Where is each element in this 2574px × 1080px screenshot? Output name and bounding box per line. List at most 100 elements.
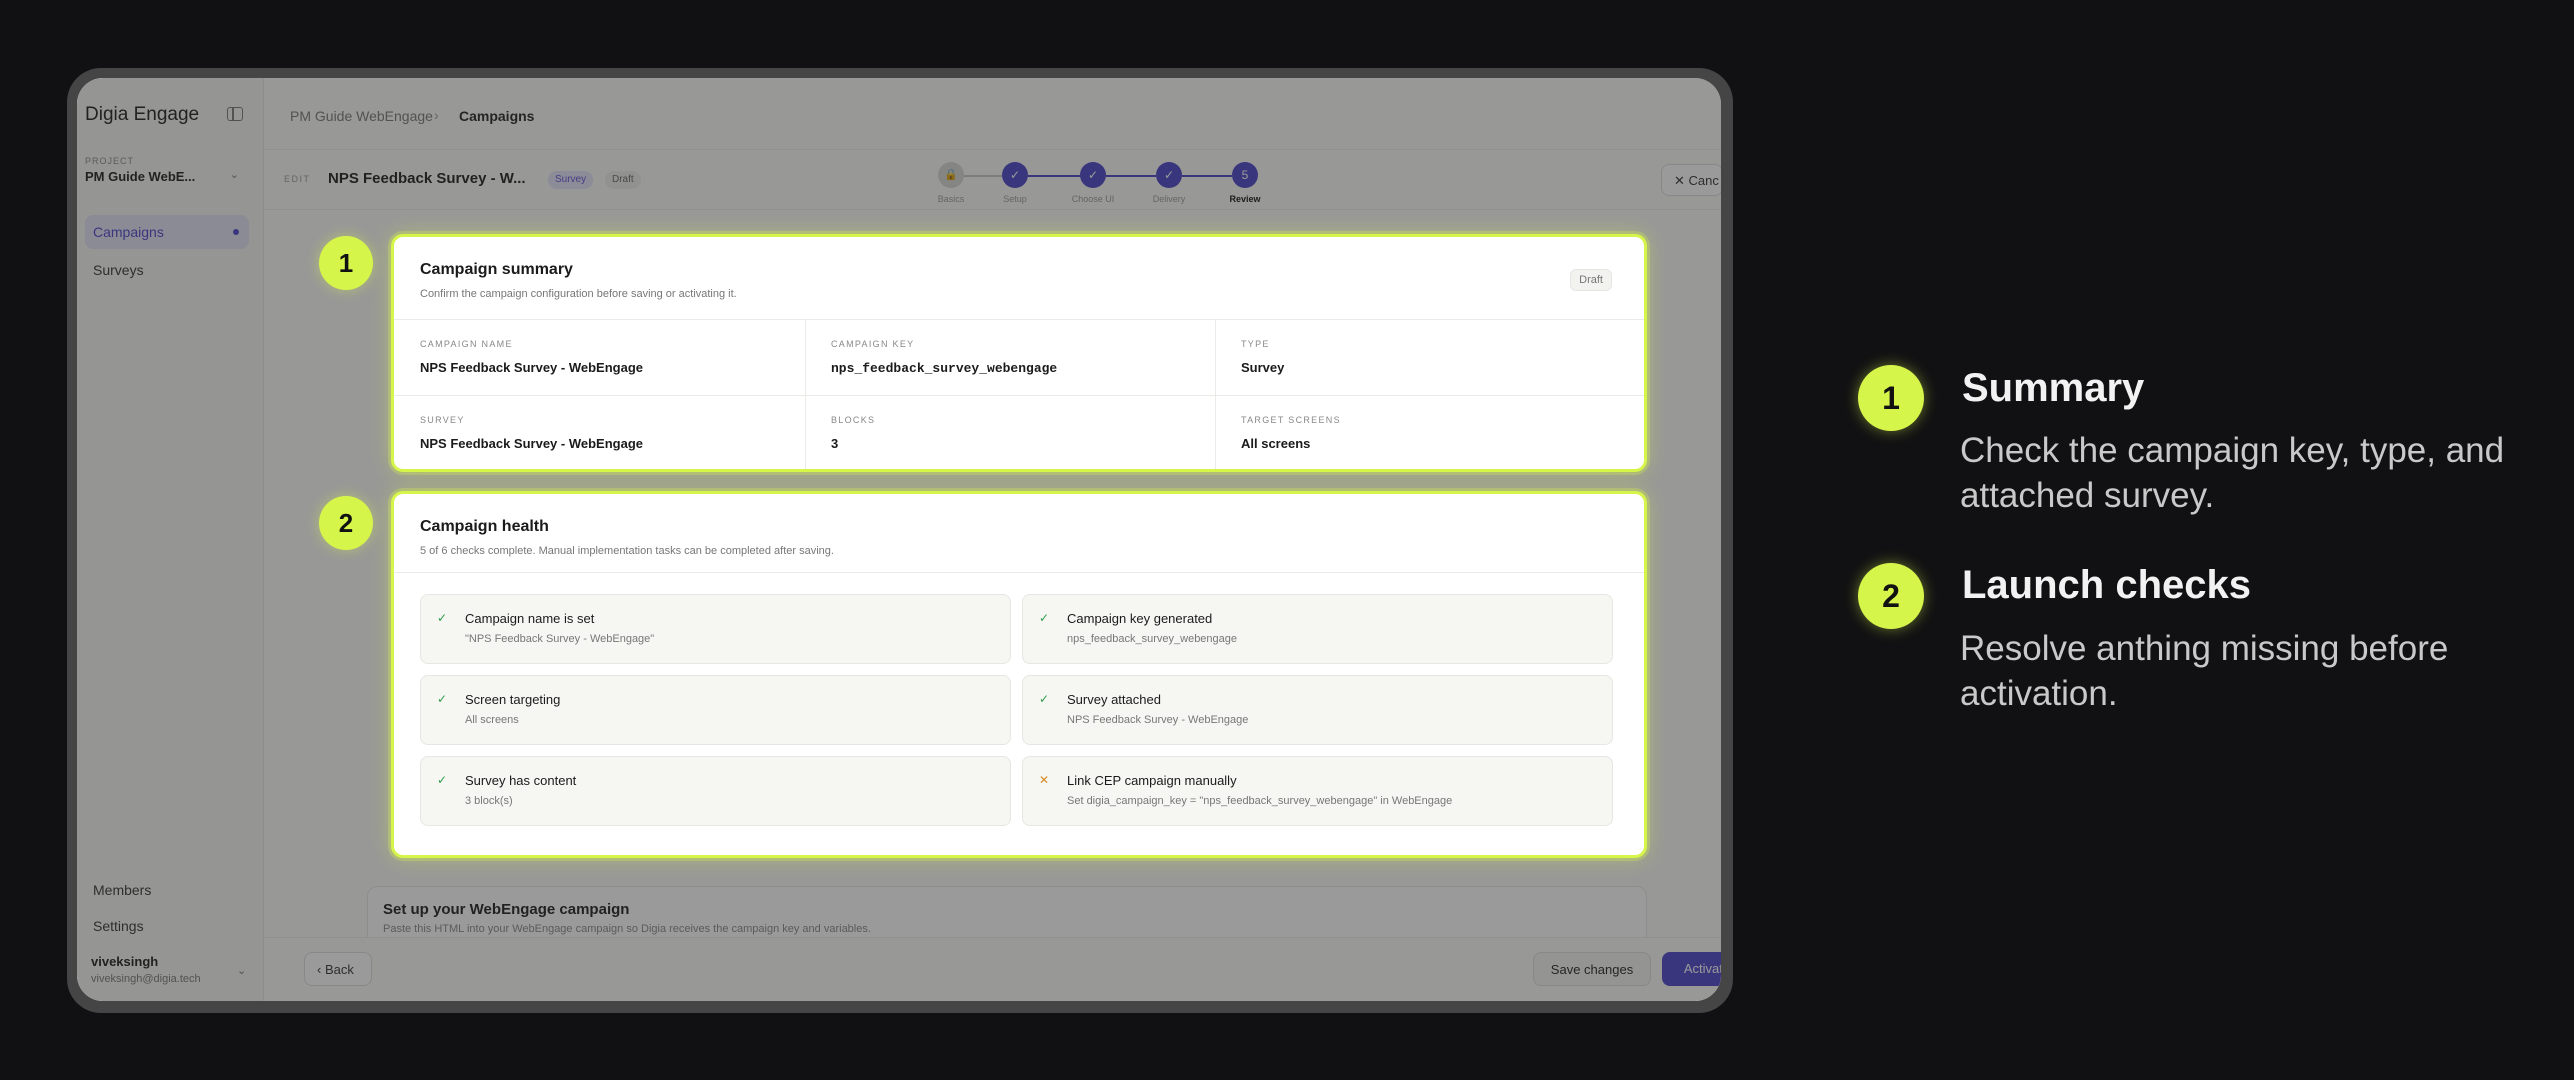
close-icon: ✕ — [1674, 173, 1689, 188]
check-title: Campaign name is set — [465, 611, 595, 626]
chevron-left-icon: ‹ — [317, 962, 325, 977]
annotation-title-2: Launch checks — [1962, 563, 2252, 607]
back-button[interactable]: ‹ Back — [304, 952, 372, 986]
check-subtitle: "NPS Feedback Survey - WebEngage" — [465, 633, 655, 645]
sidebar-item-settings[interactable]: Settings — [85, 909, 249, 943]
health-title: Campaign health — [420, 518, 549, 535]
check-icon: ✓ — [1039, 611, 1050, 625]
activate-button[interactable]: Activate — [1662, 952, 1721, 986]
field-label: BLOCKS — [831, 415, 876, 425]
step-connector — [1182, 175, 1232, 177]
step-delivery-check-icon[interactable]: ✓ — [1156, 162, 1182, 188]
check-subtitle: 3 block(s) — [465, 795, 513, 807]
check-icon: ✓ — [1039, 692, 1050, 706]
health-description: 5 of 6 checks complete. Manual implement… — [420, 545, 834, 557]
sidebar-toggle-icon[interactable] — [227, 107, 243, 121]
check-title: Link CEP campaign manually — [1067, 773, 1237, 788]
sidebar-item-campaigns[interactable]: Campaigns — [85, 215, 249, 249]
sidebar: Digia Engage PROJECT PM Guide WebE... ⌄ … — [77, 78, 264, 1001]
check-subtitle: nps_feedback_survey_webengage — [1067, 633, 1238, 645]
step-review-number[interactable]: 5 — [1232, 162, 1258, 188]
check-title: Survey attached — [1067, 692, 1161, 707]
check-subtitle: NPS Feedback Survey - WebEngage — [1067, 714, 1249, 726]
status-pill: Draft — [605, 171, 641, 189]
field-type: TYPE Survey — [1241, 339, 1284, 377]
field-value: NPS Feedback Survey - WebEngage — [420, 360, 643, 375]
check-item: ✓ Campaign key generated nps_feedback_su… — [1022, 594, 1613, 664]
field-label: SURVEY — [420, 415, 465, 425]
setup-card-description: Paste this HTML into your WebEngage camp… — [383, 923, 871, 935]
field-label: CAMPAIGN NAME — [420, 339, 513, 349]
field-value: NPS Feedback Survey - WebEngage — [420, 436, 643, 451]
step-setup-check-icon[interactable]: ✓ — [1002, 162, 1028, 188]
summary-title: Campaign summary — [420, 261, 573, 278]
check-icon: ✓ — [437, 773, 448, 787]
step-badge-2: 2 — [319, 496, 373, 550]
divider — [394, 395, 1644, 396]
field-label: TARGET SCREENS — [1241, 415, 1341, 425]
step-choose-ui-check-icon[interactable]: ✓ — [1080, 162, 1106, 188]
project-name: PM Guide WebE... — [85, 169, 196, 184]
check-item[interactable]: ✕ Link CEP campaign manually Set digia_c… — [1022, 756, 1613, 826]
edit-label: EDIT — [284, 174, 311, 184]
step-connector — [964, 175, 1004, 177]
field-value: 3 — [831, 436, 839, 451]
divider — [394, 572, 1644, 573]
campaign-summary-card: Campaign summary Confirm the campaign co… — [391, 234, 1647, 472]
sidebar-item-label: Members — [93, 882, 152, 898]
step-basics-lock-icon[interactable]: 🔒 — [938, 162, 964, 188]
chevron-down-icon[interactable]: ⌄ — [237, 964, 246, 977]
project-label: PROJECT — [85, 156, 135, 166]
check-icon: ✓ — [437, 611, 448, 625]
breadcrumb-separator-icon: › — [434, 107, 439, 123]
annotation-badge-2: 2 — [1858, 563, 1924, 629]
step-badge-1: 1 — [319, 236, 373, 290]
user-menu[interactable]: viveksingh viveksingh@digia.tech — [91, 954, 201, 987]
chevron-down-icon: ⌄ — [229, 169, 239, 181]
divider — [394, 319, 1644, 320]
divider — [1215, 319, 1216, 469]
cancel-button[interactable]: ✕ Canc — [1661, 164, 1721, 196]
annotation-badge-1: 1 — [1858, 365, 1924, 431]
breadcrumb-project[interactable]: PM Guide WebEngage — [290, 108, 433, 124]
check-subtitle: Set digia_campaign_key = "nps_feedback_s… — [1067, 795, 1453, 807]
active-dot-icon — [233, 229, 239, 235]
step-label-setup: Setup — [1003, 194, 1027, 204]
check-item: ✓ Survey has content 3 block(s) — [420, 756, 1011, 826]
footer-bar: ‹ Back Save changes Activate — [264, 937, 1721, 1001]
save-changes-button[interactable]: Save changes — [1533, 952, 1651, 986]
sidebar-item-label: Campaigns — [93, 224, 164, 240]
check-subtitle: All screens — [465, 714, 519, 726]
check-item: ✓ Survey attached NPS Feedback Survey - … — [1022, 675, 1613, 745]
sidebar-item-surveys[interactable]: Surveys — [85, 253, 249, 287]
field-campaign-key: CAMPAIGN KEY nps_feedback_survey_webenga… — [831, 339, 1057, 377]
campaign-health-card: Campaign health 5 of 6 checks complete. … — [391, 491, 1647, 858]
check-title: Survey has content — [465, 773, 577, 788]
status-badge: Draft — [1570, 269, 1612, 291]
check-title: Campaign key generated — [1067, 611, 1213, 626]
field-blocks: BLOCKS 3 — [831, 415, 875, 453]
check-icon: ✓ — [437, 692, 448, 706]
summary-description: Confirm the campaign configuration befor… — [420, 288, 737, 300]
step-connector — [1028, 175, 1082, 177]
field-label: TYPE — [1241, 339, 1270, 349]
check-item: ✓ Screen targeting All screens — [420, 675, 1011, 745]
sidebar-item-label: Surveys — [93, 262, 144, 278]
field-value: All screens — [1241, 436, 1311, 451]
sidebar-item-members[interactable]: Members — [85, 873, 249, 907]
annotation-title-1: Summary — [1962, 366, 2145, 410]
divider — [805, 319, 806, 469]
step-connector — [1106, 175, 1156, 177]
annotation-description-1: Check the campaign key, type, and attach… — [1960, 431, 2505, 515]
brand-logo: Digia Engage — [85, 104, 200, 125]
check-item: ✓ Campaign name is set "NPS Feedback Sur… — [420, 594, 1011, 664]
cancel-label: Canc — [1688, 173, 1719, 188]
annotation-description-2: Resolve anthing missing before activatio… — [1960, 629, 2449, 713]
field-value: Survey — [1241, 360, 1285, 375]
breadcrumb-current: Campaigns — [459, 108, 535, 124]
project-selector[interactable]: PROJECT PM Guide WebE... ⌄ — [85, 156, 245, 200]
campaign-title: NPS Feedback Survey - W... — [328, 170, 526, 187]
setup-card-title: Set up your WebEngage campaign — [383, 901, 630, 918]
step-label-review: Review — [1229, 194, 1261, 204]
user-name: viveksingh — [91, 954, 159, 969]
